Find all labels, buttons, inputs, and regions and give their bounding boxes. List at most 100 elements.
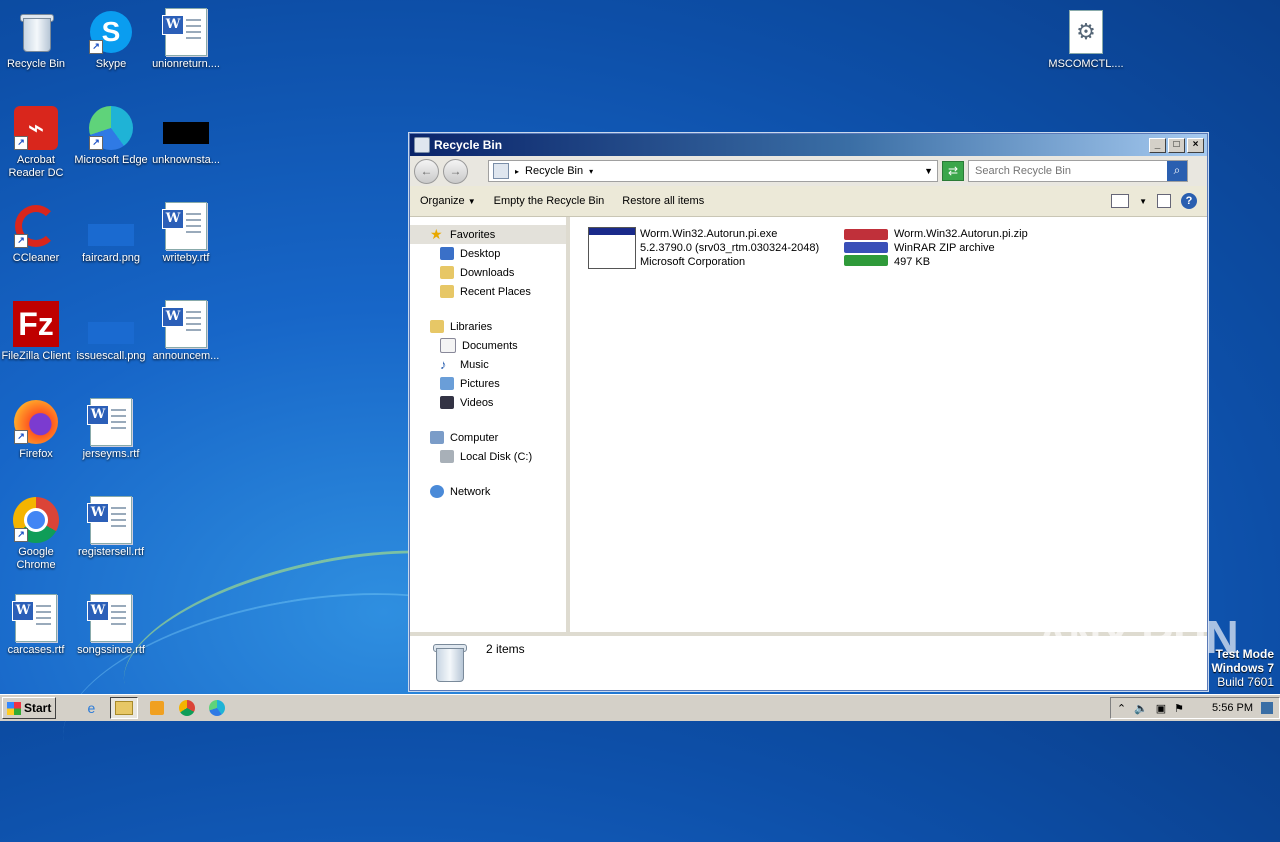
application-icon [588,227,636,269]
desktop-icon-recycle-bin[interactable]: Recycle Bin [0,8,74,71]
address-history-dropdown-icon[interactable]: ▼ [924,166,933,176]
nav-item-music[interactable]: ♪ Music [410,355,566,374]
winrar-archive-icon [842,227,890,269]
desktop-icon-writeby[interactable]: W writeby.rtf [148,202,224,265]
desktop-icon-label: faircard.png [81,252,141,264]
nav-favorites[interactable]: ★ Favorites [410,225,566,244]
file-type: WinRAR ZIP archive [894,242,995,254]
settings-file-icon: ⚙ [1069,10,1103,54]
word-document-icon: W [162,300,207,348]
nav-item-desktop[interactable]: Desktop [410,244,566,263]
minimize-button[interactable]: _ [1149,137,1166,153]
desktop-icon-skype[interactable]: S ↗ Skype [73,8,149,71]
search-icon[interactable]: ⌕ [1167,161,1187,181]
show-hidden-icons-icon[interactable]: ⌃ [1117,702,1126,715]
desktop-icon-edge[interactable]: ↗ Microsoft Edge [73,104,149,167]
close-button[interactable]: × [1187,137,1204,153]
file-item-zip[interactable]: Worm.Win32.Autorun.pi.zip WinRAR ZIP arc… [842,227,1028,269]
title-bar[interactable]: Recycle Bin _ □ × [410,134,1207,156]
file-size: 497 KB [894,256,931,268]
nav-network[interactable]: Network [410,482,566,501]
desktop-icon-chrome[interactable]: ↗ Google Chrome [0,496,74,572]
computer-icon [430,431,444,444]
clock[interactable]: 5:56 PM [1212,702,1253,714]
desktop-icon-label: MSCOMCTL.... [1048,58,1124,70]
empty-recycle-bin-button[interactable]: Empty the Recycle Bin [494,195,605,207]
forward-button[interactable]: → [443,158,468,184]
taskbar: Start e ⌃ 🔈 ▣ ⚑ 5:56 PM [0,694,1280,721]
help-icon[interactable]: ? [1181,193,1197,209]
nav-item-videos[interactable]: Videos [410,393,566,412]
desktop-icon-label: announcem... [152,350,220,362]
maximize-button[interactable]: □ [1168,137,1185,153]
desktop-icon-label: unionreturn.... [152,58,220,70]
desktop-icon-unknownsta[interactable]: unknownsta... [148,104,224,167]
file-item-exe[interactable]: Worm.Win32.Autorun.pi.exe 5.2.3790.0 (sr… [588,227,819,269]
windows-logo-icon [7,701,21,715]
chevron-right-icon: ▸ [515,166,520,176]
desktop-icon-issuescall[interactable]: issuescall.png [73,300,149,363]
desktop-icon-unionreturn[interactable]: W unionreturn.... [148,8,224,71]
videos-icon [440,396,454,409]
desktop-icon-filezilla[interactable]: Fz FileZilla Client [0,300,74,363]
desktop-icon-songssince[interactable]: W songssince.rtf [73,594,149,657]
action-center-flag-icon[interactable]: ⚑ [1174,702,1184,715]
anyrun-watermark: ANY RUN [1036,611,1239,663]
desktop-icon-faircard[interactable]: faircard.png [73,202,149,265]
desktop-icon-carcases[interactable]: W carcases.rtf [0,594,74,657]
chevron-down-icon[interactable]: ▼ [1139,197,1147,206]
nav-computer[interactable]: Computer [410,428,566,447]
nav-libraries[interactable]: Libraries [410,317,566,336]
nav-item-pictures[interactable]: Pictures [410,374,566,393]
back-button[interactable]: ← [414,158,439,184]
desktop-icon [440,247,454,260]
nav-item-local-disk[interactable]: Local Disk (C:) [410,447,566,466]
word-document-icon: W [162,202,207,250]
recycle-bin-window: Recycle Bin _ □ × ← → ▸ Recycle Bin ▾ ▼ … [409,133,1208,691]
edge-taskbar-icon[interactable] [206,698,228,718]
address-bar[interactable]: ▸ Recycle Bin ▾ ▼ [488,160,938,182]
recycle-bin-icon [19,12,54,52]
media-player-icon[interactable] [146,698,168,718]
desktop-icon-acrobat[interactable]: ⌁ ↗ Acrobat Reader DC [0,104,74,180]
image-file-icon [88,322,134,344]
desktop-icon-ccleaner[interactable]: ↗ CCleaner [0,202,74,265]
desktop-icon-label: Skype [95,58,127,70]
recent-places-icon [440,285,454,298]
explorer-taskbar-icon[interactable] [110,697,139,719]
desktop-icon-registersell[interactable]: W registersell.rtf [73,496,149,559]
chevron-down-icon[interactable]: ▾ [589,167,593,176]
desktop-icon-jerseyms[interactable]: W jerseyms.rtf [73,398,149,461]
search-input[interactable] [969,164,1167,178]
change-view-icon[interactable] [1111,194,1130,208]
start-button[interactable]: Start [2,697,57,719]
internet-explorer-icon[interactable]: e [80,698,102,718]
nav-item-recent-places[interactable]: Recent Places [410,282,566,301]
organize-button[interactable]: Organize ▼ [420,195,476,207]
desktop-icon-announcem[interactable]: W announcem... [148,300,224,363]
chevron-down-icon: ▼ [467,197,476,206]
word-document-icon: W [87,594,132,642]
documents-icon [440,338,456,353]
restore-all-items-button[interactable]: Restore all items [622,195,704,207]
test-mode-notice: Test Mode Windows 7 Build 7601 [1211,647,1274,689]
libraries-icon [430,320,444,333]
desktop-icon-label: unknownsta... [152,154,220,166]
address-location: Recycle Bin [525,165,584,177]
volume-icon[interactable]: 🔈 [1134,702,1148,715]
file-name: Worm.Win32.Autorun.pi.zip [894,228,1028,240]
nav-item-documents[interactable]: Documents [410,336,566,355]
network-icon [430,485,444,498]
nav-item-downloads[interactable]: Downloads [410,263,566,282]
chrome-taskbar-icon[interactable] [176,698,198,718]
network-icon[interactable]: ▣ [1156,702,1166,715]
desktop-icon-label: writeby.rtf [162,252,210,264]
show-desktop-icon[interactable] [1261,702,1273,714]
preview-pane-icon[interactable] [1157,194,1171,208]
refresh-button[interactable]: ⇄ [942,161,964,181]
desktop-icon-label: FileZilla Client [1,350,71,362]
desktop-icon-label: issuescall.png [76,350,146,362]
desktop-icon-mscomctl[interactable]: ⚙ MSCOMCTL.... [1048,8,1124,71]
word-document-icon: W [12,594,57,642]
desktop-icon-firefox[interactable]: ↗ Firefox [0,398,74,461]
